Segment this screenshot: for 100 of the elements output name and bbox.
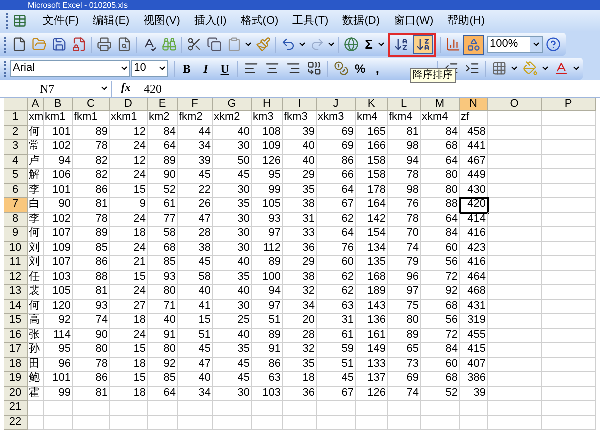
table-cell: 99 (252, 184, 283, 198)
table-cell: 423 (460, 242, 488, 256)
row-header[interactable]: 12 (4, 270, 28, 285)
column-header[interactable]: F (178, 98, 213, 111)
table-cell: 刘 (28, 242, 44, 256)
comma-button[interactable]: , (370, 58, 386, 78)
name-box[interactable]: N7 (0, 80, 112, 96)
column-header[interactable]: J (317, 98, 356, 111)
row-header[interactable]: 10 (4, 242, 28, 256)
row-header[interactable]: 13 (4, 285, 28, 300)
sort-descending-button[interactable] (413, 35, 433, 54)
row-header[interactable]: 2 (4, 126, 28, 140)
row-header[interactable]: 8 (4, 212, 28, 227)
caret-icon[interactable] (377, 40, 386, 49)
menu-item[interactable]: 文件(F) (37, 12, 86, 30)
caret-icon[interactable] (572, 64, 582, 73)
empty-cell (44, 416, 73, 430)
table-cell: 15 (110, 184, 148, 198)
menu-item[interactable]: 窗口(W) (388, 12, 440, 30)
empty-cell (488, 111, 542, 126)
empty-cell (488, 386, 542, 401)
row-header[interactable]: 15 (4, 314, 28, 328)
dropdown-caret-icon[interactable] (120, 64, 130, 73)
dropdown-caret-icon[interactable] (532, 40, 540, 49)
empty-cell (421, 416, 460, 430)
column-header[interactable]: A (28, 98, 44, 111)
empty-cell (213, 401, 252, 416)
autosum-button[interactable]: Σ (361, 34, 377, 54)
row-header[interactable]: 3 (4, 140, 28, 154)
size-dropdown[interactable]: 10 (131, 60, 168, 77)
dropdown-caret-icon[interactable] (158, 64, 167, 73)
workbook-icon[interactable] (13, 14, 27, 28)
column-header[interactable]: K (356, 98, 388, 111)
empty-cell (542, 358, 596, 372)
caret-icon[interactable] (541, 64, 550, 73)
caret-icon[interactable] (298, 40, 307, 49)
table-cell: 62 (317, 212, 356, 227)
column-header[interactable]: I (283, 98, 317, 111)
table-cell: 455 (460, 328, 488, 343)
row-header[interactable]: 11 (4, 256, 28, 270)
table-cell: 64 (317, 184, 356, 198)
table-cell: 38 (178, 242, 213, 256)
column-header[interactable]: H (252, 98, 283, 111)
table-cell: km1 (44, 111, 73, 126)
underline-button[interactable]: U (216, 60, 234, 78)
zoom-dropdown[interactable]: 100% (487, 36, 543, 53)
menu-item[interactable]: 格式(O) (234, 12, 285, 30)
percent-button[interactable]: % (352, 60, 369, 78)
table-cell: 101 (44, 126, 73, 140)
row-header[interactable]: 20 (4, 386, 28, 401)
menu-item[interactable]: 编辑(E) (87, 12, 136, 30)
empty-cell (542, 328, 596, 343)
table-cell: 24 (110, 212, 148, 227)
caret-icon[interactable] (510, 64, 520, 73)
empty-cell (44, 401, 73, 416)
row-header[interactable]: 1 (4, 111, 28, 126)
column-header[interactable]: L (388, 98, 421, 111)
column-header[interactable]: O (488, 98, 542, 111)
formula-value[interactable]: 420 (140, 80, 162, 98)
row-header[interactable]: 9 (4, 227, 28, 242)
column-header[interactable]: B (44, 98, 73, 111)
row-header[interactable]: 19 (4, 372, 28, 386)
column-header[interactable]: E (148, 98, 178, 111)
column-header[interactable]: G (213, 98, 252, 111)
menu-item[interactable]: 插入(I) (188, 12, 233, 30)
function-label[interactable]: fx (112, 80, 140, 97)
table-cell: 15 (110, 343, 148, 358)
row-header[interactable]: 7 (4, 198, 28, 212)
column-header[interactable]: C (73, 98, 110, 111)
row-header[interactable]: 18 (4, 358, 28, 372)
table-cell: 62 (317, 270, 356, 285)
caret-icon[interactable] (244, 40, 253, 49)
table-cell: 89 (73, 126, 110, 140)
dropdown-caret-icon[interactable] (100, 84, 109, 93)
italic-button[interactable]: I (196, 60, 216, 78)
table-cell: 108 (252, 126, 283, 140)
menu-item[interactable]: 视图(V) (138, 12, 186, 30)
drawing-button[interactable] (463, 34, 484, 54)
row-header[interactable]: 17 (4, 343, 28, 358)
row-header[interactable]: 5 (4, 169, 28, 184)
bold-button[interactable]: B (178, 60, 196, 78)
column-header[interactable]: P (542, 98, 596, 111)
menu-item[interactable]: 帮助(H) (442, 12, 491, 30)
row-header[interactable]: 22 (4, 416, 28, 430)
row-header[interactable]: 4 (4, 154, 28, 169)
row-header[interactable]: 16 (4, 328, 28, 343)
table-cell: 52 (148, 184, 178, 198)
menu-item[interactable]: 工具(T) (286, 12, 335, 30)
column-header[interactable]: D (110, 98, 148, 111)
table-cell: 31 (317, 314, 356, 328)
row-header[interactable]: 21 (4, 401, 28, 416)
menu-item[interactable]: 数据(D) (336, 12, 386, 30)
column-header[interactable]: N (460, 98, 488, 111)
caret-icon[interactable] (327, 40, 336, 49)
row-header[interactable]: 6 (4, 184, 28, 198)
row-header[interactable]: 14 (4, 300, 28, 314)
column-header[interactable]: M (421, 98, 460, 111)
table-cell: 154 (356, 227, 388, 242)
font-dropdown[interactable]: Arial (10, 60, 130, 77)
empty-cell (488, 328, 542, 343)
